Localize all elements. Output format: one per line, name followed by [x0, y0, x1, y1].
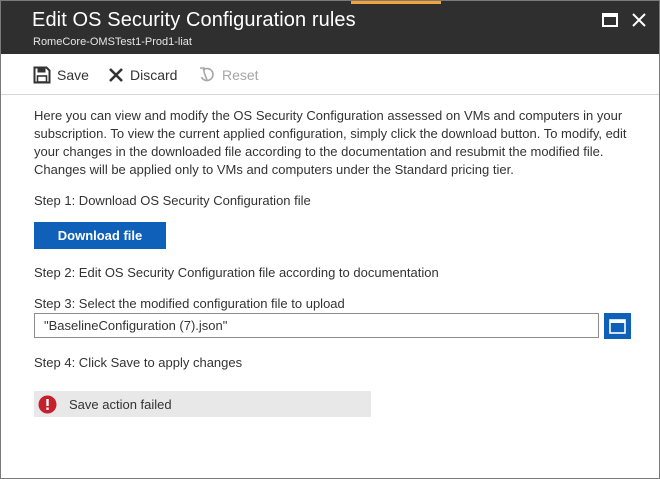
browse-file-button[interactable] — [604, 313, 631, 339]
close-button[interactable] — [629, 10, 649, 30]
close-icon — [632, 13, 646, 27]
reset-icon — [200, 67, 214, 82]
save-button[interactable]: Save — [33, 64, 89, 86]
command-bar: Save Discard Reset — [1, 54, 659, 95]
header-accent-strip — [351, 1, 441, 4]
maximize-icon — [602, 13, 618, 27]
reset-label: Reset — [222, 67, 259, 83]
description-text: Here you can view and modify the OS Secu… — [34, 108, 627, 177]
step2-label: Step 2: Edit OS Security Configuration f… — [34, 265, 439, 280]
file-path-value: "BaselineConfiguration (7).json" — [44, 318, 228, 333]
error-notification: Save action failed — [34, 391, 371, 417]
discard-icon — [109, 68, 123, 82]
edit-rules-blade: Edit OS Security Configuration rules Rom… — [0, 0, 660, 479]
maximize-button[interactable] — [599, 10, 621, 30]
save-label: Save — [57, 67, 89, 83]
file-path-field[interactable]: "BaselineConfiguration (7).json" — [34, 313, 599, 338]
blade-title: Edit OS Security Configuration rules — [32, 9, 356, 31]
blade-header: Edit OS Security Configuration rules Rom… — [1, 1, 659, 54]
folder-icon — [609, 318, 626, 334]
error-message: Save action failed — [69, 396, 172, 412]
save-icon — [33, 66, 51, 84]
download-file-button[interactable]: Download file — [34, 222, 166, 249]
step4-label: Step 4: Click Save to apply changes — [34, 355, 243, 370]
blade-subtitle: RomeCore-OMSTest1-Prod1-liat — [33, 36, 192, 48]
discard-label: Discard — [130, 67, 178, 83]
step3-label: Step 3: Select the modified configuratio… — [34, 296, 345, 311]
step1-label: Step 1: Download OS Security Configurati… — [34, 193, 311, 208]
discard-button[interactable]: Discard — [108, 64, 177, 86]
error-icon — [38, 395, 57, 414]
reset-button[interactable]: Reset — [198, 64, 259, 86]
